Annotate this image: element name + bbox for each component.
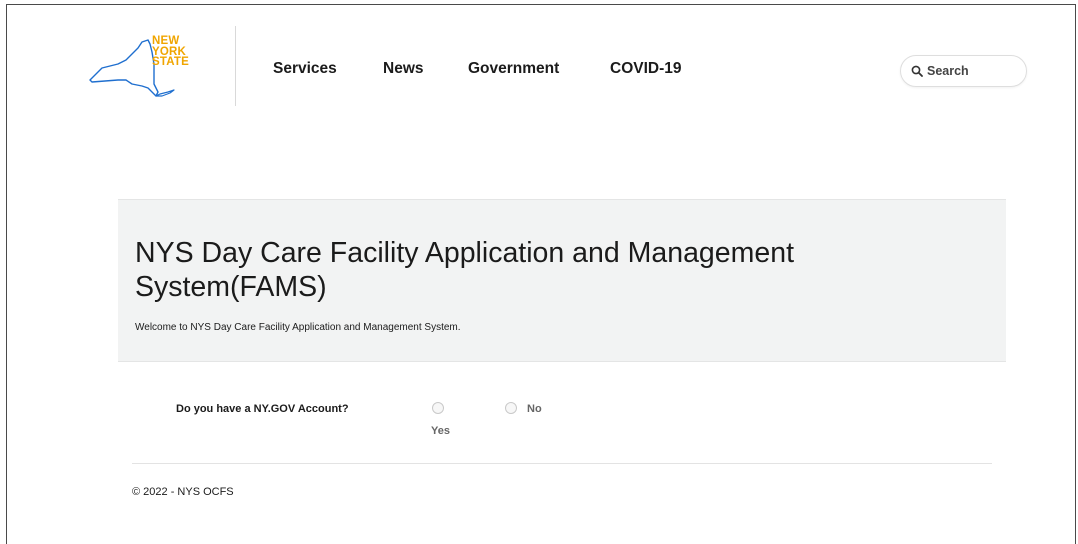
radio-no-label[interactable]: No (527, 403, 542, 415)
footer-copyright: © 2022 - NYS OCFS (132, 486, 234, 498)
nav-item-news[interactable]: News (383, 60, 424, 78)
radio-yes-label[interactable]: Yes (431, 425, 450, 437)
page-title: NYS Day Care Facility Application and Ma… (135, 237, 794, 303)
nav-item-government[interactable]: Government (468, 60, 559, 78)
logo-line-new: NEW (152, 35, 180, 47)
search-icon[interactable] (911, 65, 923, 77)
account-question-label: Do you have a NY.GOV Account? (176, 403, 349, 415)
radio-yes[interactable] (432, 402, 444, 414)
radio-no[interactable] (505, 402, 517, 414)
logo-line-state: STATE (152, 56, 189, 68)
footer-divider (132, 463, 992, 464)
nav-item-services[interactable]: Services (273, 60, 337, 78)
logo-wordmark: NEW YORK STATE (152, 36, 189, 68)
search-input[interactable] (927, 64, 997, 78)
page-banner: NYS Day Care Facility Application and Ma… (118, 199, 1006, 362)
nys-logo[interactable]: NEW YORK STATE (88, 36, 200, 100)
search-box[interactable] (900, 55, 1027, 87)
header-divider (235, 26, 236, 106)
page-subtitle: Welcome to NYS Day Care Facility Applica… (135, 322, 461, 333)
nav-item-covid-19[interactable]: COVID-19 (610, 60, 682, 78)
